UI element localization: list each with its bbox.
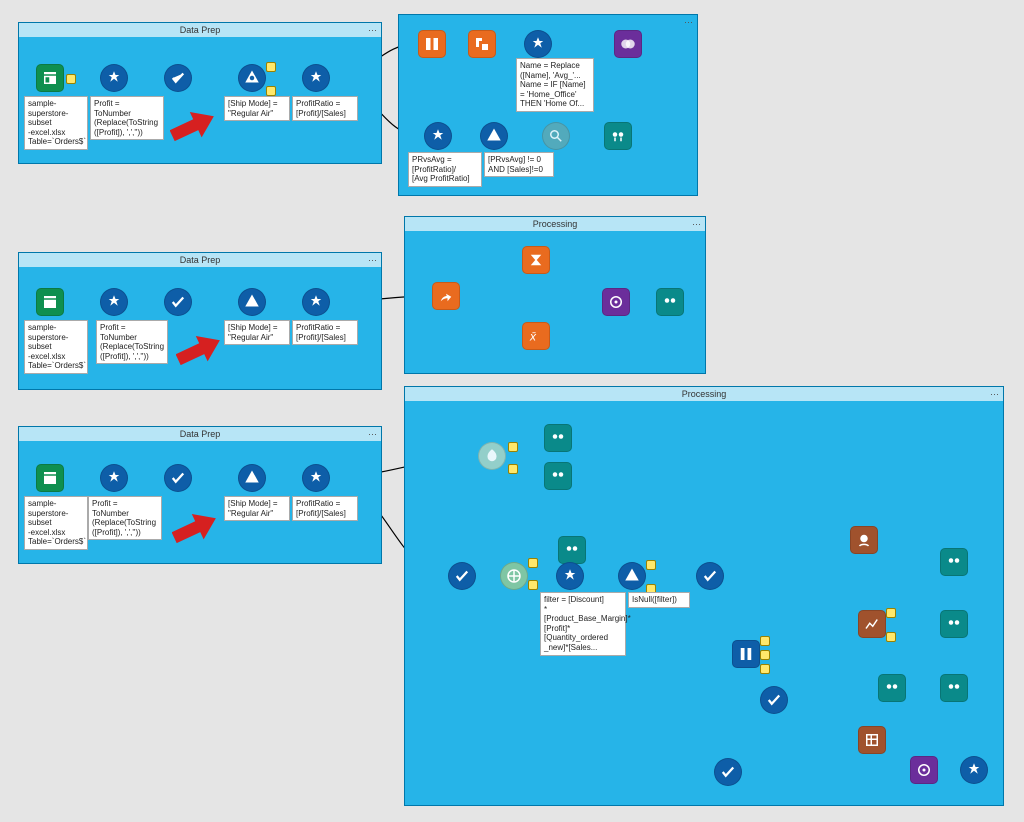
- container-menu-icon[interactable]: ⋯: [368, 25, 377, 36]
- formula-annotation-2: ProfitRatio = [Profit]/[Sales]: [292, 96, 358, 121]
- container-menu-icon[interactable]: ⋯: [684, 17, 693, 28]
- summarize-tool[interactable]: [522, 246, 550, 274]
- formula-tool-2[interactable]: [302, 288, 330, 316]
- input-annotation: sample- superstore-subset -excel.xlsx Ta…: [24, 96, 88, 150]
- annotation-prvsavg-ne: [PRvsAvg] != 0 AND [Sales]!=0: [484, 152, 554, 177]
- browse-tool[interactable]: [544, 462, 572, 490]
- annotation-prvsavg: PRvsAvg = [ProfitRatio]/ [Avg ProfitRati…: [408, 152, 482, 187]
- input-tool[interactable]: [36, 464, 64, 492]
- average-tool[interactable]: x̄: [522, 322, 550, 350]
- macro-output-tool[interactable]: [602, 288, 630, 316]
- select-tool[interactable]: [164, 64, 192, 92]
- run-tool[interactable]: [432, 282, 460, 310]
- svg-text:x̄: x̄: [529, 330, 537, 344]
- container-menu-icon[interactable]: ⋯: [368, 255, 377, 266]
- filter-tool[interactable]: [238, 64, 266, 92]
- browse-tool[interactable]: [558, 536, 586, 564]
- filter-annotation: [Ship Mode] = "Regular Air": [224, 96, 290, 121]
- filter-tool[interactable]: [238, 288, 266, 316]
- formula-tool[interactable]: [100, 464, 128, 492]
- browse-tool[interactable]: [940, 548, 968, 576]
- formula-tool-2[interactable]: [302, 64, 330, 92]
- tile-tool[interactable]: [732, 640, 760, 668]
- select-tool[interactable]: [448, 562, 476, 590]
- select-tool[interactable]: [164, 288, 192, 316]
- report-map-tool[interactable]: [850, 526, 878, 554]
- container-menu-icon[interactable]: ⋯: [692, 219, 701, 230]
- report-chart-tool[interactable]: [858, 610, 886, 638]
- browse-tool[interactable]: [940, 610, 968, 638]
- annotation-filter: filter = [Discount] * [Product_Base_Marg…: [540, 592, 626, 656]
- container-title: Data Prep: [19, 427, 381, 441]
- formula-tool[interactable]: [100, 64, 128, 92]
- input-tool[interactable]: [36, 64, 64, 92]
- formula-annotation-top: Name = Replace ([Name], 'Avg_'... Name =…: [516, 58, 594, 112]
- formula-annotation-2: ProfitRatio = [Profit]/[Sales]: [292, 320, 358, 345]
- browse-tool[interactable]: [604, 122, 632, 150]
- filter-tool[interactable]: [618, 562, 646, 590]
- select-tool[interactable]: [760, 686, 788, 714]
- browse-tool[interactable]: [878, 674, 906, 702]
- filter-annotation: [Ship Mode] = "Regular Air": [224, 320, 290, 345]
- join-tool[interactable]: [614, 30, 642, 58]
- select-tool[interactable]: [696, 562, 724, 590]
- browse-tool[interactable]: [656, 288, 684, 316]
- formula-annotation: Profit = ToNumber (Replace(ToString ([Pr…: [88, 496, 162, 540]
- filter-tool[interactable]: [238, 464, 266, 492]
- container-menu-icon[interactable]: ⋯: [368, 429, 377, 440]
- formula-annotation-2: ProfitRatio = [Profit]/[Sales]: [292, 496, 358, 521]
- arrow-icon: [172, 514, 218, 548]
- browse-tool[interactable]: [544, 424, 572, 452]
- select-tool[interactable]: [714, 758, 742, 786]
- sample-tool[interactable]: [500, 562, 528, 590]
- arrow-icon: [176, 336, 222, 370]
- container-title: Processing: [405, 387, 1003, 401]
- filter-tool-lb[interactable]: [480, 122, 508, 150]
- formula-tool-top[interactable]: [524, 30, 552, 58]
- input-tool[interactable]: [36, 288, 64, 316]
- data-cleansing-tool[interactable]: [478, 442, 506, 470]
- formula-tool-lb[interactable]: [424, 122, 452, 150]
- formula-tool-2[interactable]: [302, 464, 330, 492]
- filter-annotation: [Ship Mode] = "Regular Air": [224, 496, 290, 521]
- text-to-columns-tool[interactable]: [418, 30, 446, 58]
- formula-tool-end[interactable]: [960, 756, 988, 784]
- formula-tool[interactable]: [100, 288, 128, 316]
- container-title: Data Prep: [19, 253, 381, 267]
- container-title: Data Prep: [19, 23, 381, 37]
- formula-tool[interactable]: [556, 562, 584, 590]
- transpose-tool[interactable]: [468, 30, 496, 58]
- input-annotation: sample- superstore-subset -excel.xlsx Ta…: [24, 320, 88, 374]
- formula-annotation: Profit = ToNumber (Replace(ToString ([Pr…: [90, 96, 164, 140]
- select-tool[interactable]: [164, 464, 192, 492]
- container-title: Processing: [405, 217, 705, 231]
- render-tool[interactable]: [910, 756, 938, 784]
- find-replace-tool[interactable]: [542, 122, 570, 150]
- input-annotation: sample- superstore-subset -excel.xlsx Ta…: [24, 496, 88, 550]
- annotation-isnull: IsNull([filter]): [628, 592, 690, 608]
- arrow-icon: [170, 112, 216, 146]
- formula-annotation: Profit = ToNumber (Replace(ToString ([Pr…: [96, 320, 168, 364]
- report-table-tool[interactable]: [858, 726, 886, 754]
- container-menu-icon[interactable]: ⋯: [990, 389, 999, 400]
- browse-tool[interactable]: [940, 674, 968, 702]
